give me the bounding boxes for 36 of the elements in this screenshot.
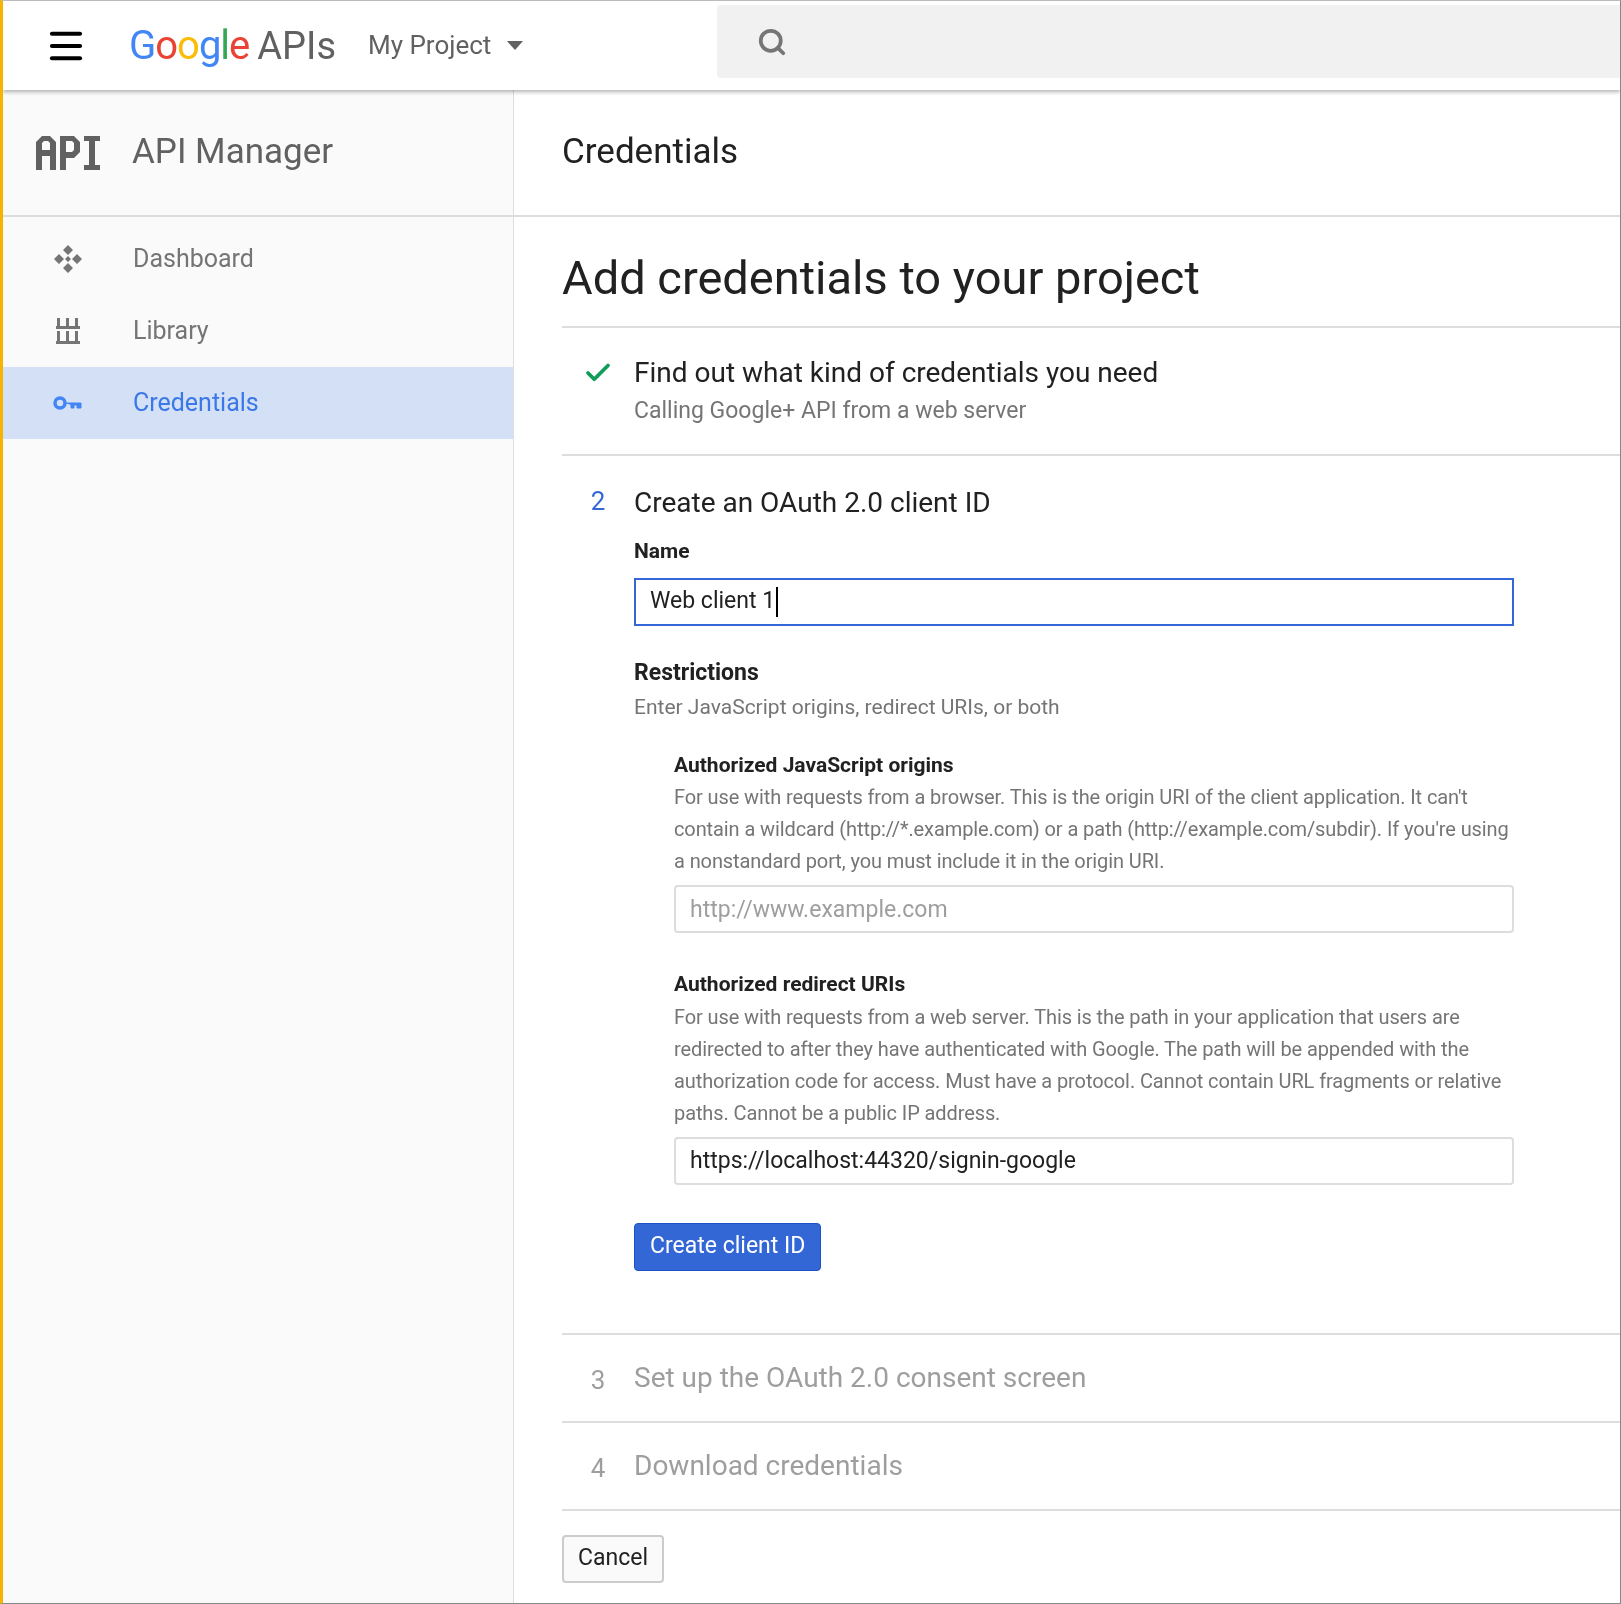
step-number: 3 [590,1363,606,1397]
logo: Google [129,20,250,71]
sidebar-item[interactable]: Library [3,295,513,367]
uri-field[interactable]: http://www.example.com [674,885,1514,933]
step-title: Create an OAuth 2.0 client ID [634,485,992,521]
step-number: 4 [590,1451,606,1485]
step-subtitle: Calling Google+ API from a web server [634,395,1028,426]
product-name: APIs [257,22,336,70]
cancel-button[interactable]: Cancel [562,1534,664,1583]
page-heading: Add credentials to your project [562,217,1620,328]
subsection-description: For use with requests from a browser. This is the origin URI of the client application. It can't contain a wildcard (http://*.example.com) or a path (http://example.com/subdir). If you're using a nonstandard port, you must include it in the origin URI. [674,784,1510,875]
library-icon [54,316,82,346]
subsection-title: Authorized redirect URIs [674,971,907,998]
section-title: Restrictions [634,657,760,688]
step-number: 2 [590,485,606,518]
uri-field[interactable]: https://localhost:44320/signin-google [674,1136,1514,1185]
search-field[interactable] [717,5,1620,78]
sidebar-item[interactable]: Credentials [3,367,513,439]
step-title: Download credentials [634,1447,904,1484]
page-title: Credentials [562,130,739,175]
project-selector[interactable]: My Project [368,26,524,65]
name-field[interactable]: Web client 1 [634,577,1514,626]
field-label: Name [634,538,691,565]
subsection-description: For use with requests from a web server. This is the path in your application that users are redirected to after they have authenticated with Google. The path will be appended with the authorization code for access. Must have a protocol. Cannot contain URL fragments or relative paths. Cannot be a public IP address. [674,1003,1503,1127]
create-client-id-button[interactable]: Create client ID [634,1222,822,1271]
section-hint: Enter JavaScript origins, redirect URIs, or both [634,694,1061,721]
diamond-grid-icon [52,243,84,275]
key-icon [53,394,83,412]
search-icon [757,26,787,57]
caret-icon [507,41,524,50]
subsection-title: Authorized JavaScript origins [674,751,955,779]
sidebar-title: API Manager [132,130,334,175]
step-title: Set up the OAuth 2.0 consent screen [634,1359,1088,1396]
api-logo-icon [36,135,100,170]
sidebar-item[interactable]: Dashboard [3,223,513,295]
step-title: Find out what kind of credentials you need [634,354,1160,391]
